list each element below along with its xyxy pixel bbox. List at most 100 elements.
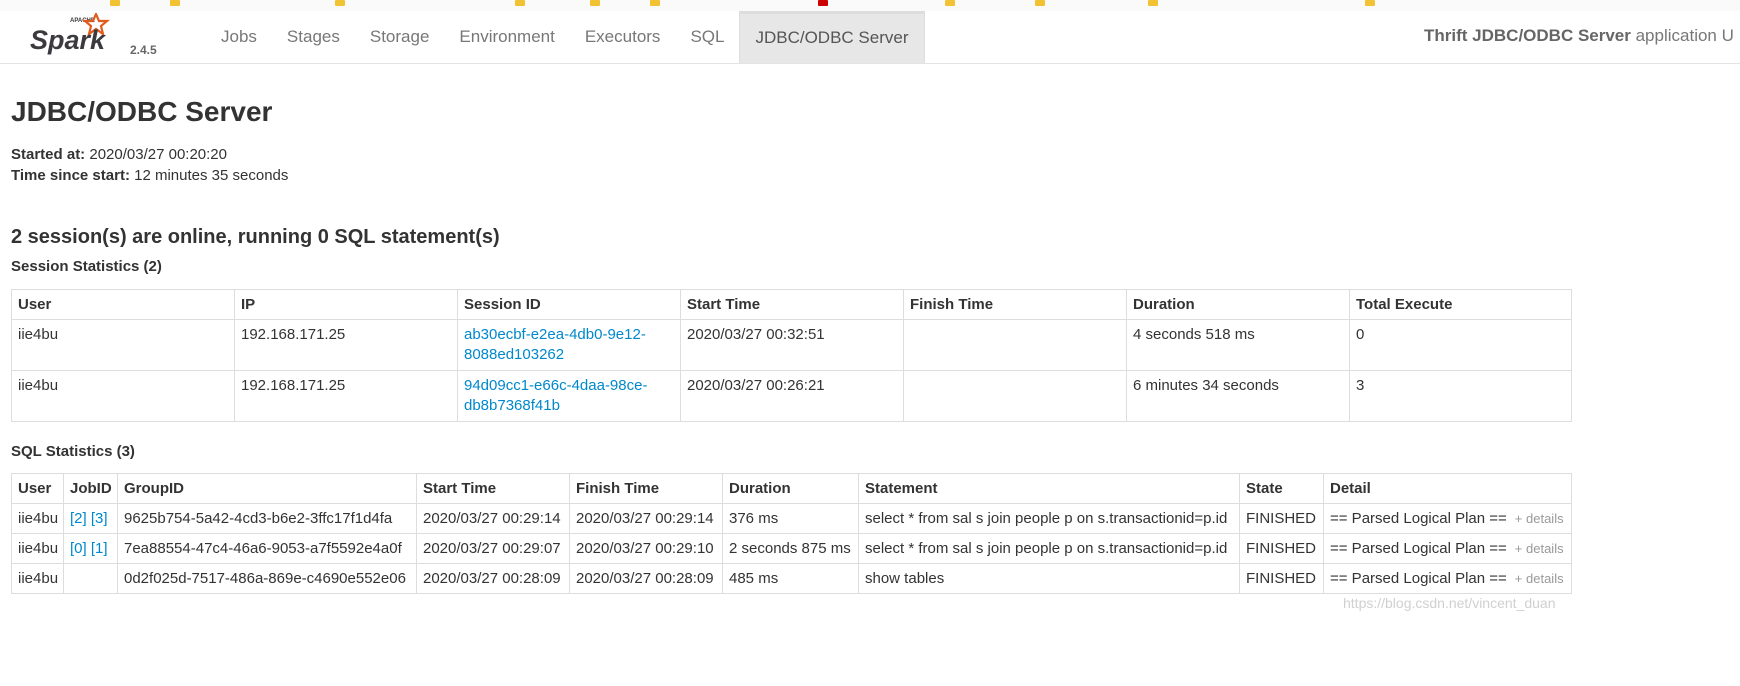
cell-statement: select * from sal s join people p on s.t…: [858, 533, 1240, 564]
session-id-part-1: 94d09cc1-e66c-4daa-98ce-: [464, 377, 648, 394]
cell-statement: show tables: [858, 563, 1240, 594]
cell-state: FINISHED: [1239, 563, 1324, 594]
top-navbar: APACHE Spark 2.4.5 Jobs Stages Storage E…: [0, 11, 1740, 64]
column-header-finish-time[interactable]: Finish Time: [569, 473, 723, 504]
expand-details-link[interactable]: + details: [1515, 511, 1564, 526]
column-header-statement[interactable]: Statement: [858, 473, 1240, 504]
column-header-ip[interactable]: IP: [234, 289, 458, 320]
session-id-part-2: 8088ed103262: [464, 346, 565, 363]
table-row: iie4bu 192.168.171.25 ab30ecbf-e2ea-4db0…: [11, 319, 1572, 371]
spark-logo-icon: APACHE Spark: [30, 13, 111, 55]
cell-start-time: 2020/03/27 00:32:51: [680, 319, 904, 371]
cell-user: iie4bu: [11, 503, 64, 534]
tab-storage[interactable]: Storage: [355, 11, 445, 63]
started-at-label: Started at:: [11, 146, 86, 163]
cell-user: iie4bu: [11, 370, 235, 422]
cell-job-id: [2] [3]: [63, 503, 118, 534]
expand-details-link[interactable]: + details: [1515, 541, 1564, 556]
detail-text: == Parsed Logical Plan ==: [1330, 540, 1507, 557]
session-statistics-table: User IP Session ID Start Time Finish Tim…: [11, 289, 1572, 422]
cell-finish-time: [903, 319, 1127, 371]
application-name: Thrift JDBC/ODBC Server application U: [1424, 11, 1734, 63]
tab-jobs[interactable]: Jobs: [206, 11, 272, 63]
cell-duration: 4 seconds 518 ms: [1126, 319, 1350, 371]
sessions-summary: 2 session(s) are online, running 0 SQL s…: [11, 226, 500, 248]
cell-detail: == Parsed Logical Plan == + details: [1323, 533, 1572, 564]
cell-ip: 192.168.171.25: [234, 370, 458, 422]
cell-finish-time: 2020/03/27 00:28:09: [569, 563, 723, 594]
column-header-detail[interactable]: Detail: [1323, 473, 1572, 504]
job-link[interactable]: [1]: [91, 540, 108, 557]
app-name-rest: application U: [1630, 26, 1734, 45]
cell-total-execute: 0: [1349, 319, 1572, 371]
column-header-start-time[interactable]: Start Time: [680, 289, 904, 320]
server-info: Started at: 2020/03/27 00:20:20 Time sin…: [11, 144, 288, 186]
cell-total-execute: 3: [1349, 370, 1572, 422]
cell-user: iie4bu: [11, 319, 235, 371]
column-header-job-id[interactable]: JobID: [63, 473, 118, 504]
tab-stages[interactable]: Stages: [272, 11, 355, 63]
watermark: https://blog.csdn.net/vincent_duan: [1343, 595, 1556, 611]
cell-session-id: ab30ecbf-e2ea-4db0-9e12- 8088ed103262: [457, 319, 681, 371]
time-since-label: Time since start:: [11, 167, 130, 184]
cell-job-id: [0] [1]: [63, 533, 118, 564]
job-link[interactable]: [3]: [91, 510, 108, 527]
app-name-bold: Thrift JDBC/ODBC Server: [1424, 26, 1631, 45]
cell-ip: 192.168.171.25: [234, 319, 458, 371]
cell-user: iie4bu: [11, 533, 64, 564]
session-statistics-heading[interactable]: Session Statistics (2): [11, 258, 162, 275]
session-id-link[interactable]: ab30ecbf-e2ea-4db0-9e12- 8088ed103262: [464, 326, 646, 363]
table-row: iie4bu 192.168.171.25 94d09cc1-e66c-4daa…: [11, 370, 1572, 422]
cell-detail: == Parsed Logical Plan == + details: [1323, 503, 1572, 534]
column-header-duration[interactable]: Duration: [1126, 289, 1350, 320]
job-link[interactable]: [2]: [70, 510, 87, 527]
detail-text: == Parsed Logical Plan ==: [1330, 510, 1507, 527]
cell-state: FINISHED: [1239, 533, 1324, 564]
table-row: iie4bu [2] [3] 9625b754-5a42-4cd3-b6e2-3…: [11, 503, 1572, 534]
cell-start-time: 2020/03/27 00:26:21: [680, 370, 904, 422]
column-header-start-time[interactable]: Start Time: [416, 473, 570, 504]
tab-jdbc-odbc-server[interactable]: JDBC/ODBC Server: [739, 11, 925, 63]
cell-duration: 2 seconds 875 ms: [722, 533, 859, 564]
cell-statement: select * from sal s join people p on s.t…: [858, 503, 1240, 534]
column-header-user[interactable]: User: [11, 473, 64, 504]
cell-duration: 485 ms: [722, 563, 859, 594]
tab-executors[interactable]: Executors: [570, 11, 676, 63]
cell-group-id: 0d2f025d-7517-486a-869e-c4690e552e06: [117, 563, 417, 594]
spark-version: 2.4.5: [130, 43, 157, 57]
cell-start-time: 2020/03/27 00:29:14: [416, 503, 570, 534]
session-id-link[interactable]: 94d09cc1-e66c-4daa-98ce-db8b7368f41b: [464, 377, 647, 414]
column-header-user[interactable]: User: [11, 289, 235, 320]
nav-tabs: Jobs Stages Storage Environment Executor…: [206, 11, 925, 63]
job-link[interactable]: [0]: [70, 540, 87, 557]
column-header-finish-time[interactable]: Finish Time: [903, 289, 1127, 320]
cell-state: FINISHED: [1239, 503, 1324, 534]
column-header-group-id[interactable]: GroupID: [117, 473, 417, 504]
cell-group-id: 7ea88554-47c4-46a6-9053-a7f5592e4a0f: [117, 533, 417, 564]
table-header-row: User JobID GroupID Start Time Finish Tim…: [11, 473, 1572, 504]
cell-session-id: 94d09cc1-e66c-4daa-98ce-db8b7368f41b: [457, 370, 681, 422]
session-id-part-2: db8b7368f41b: [464, 397, 560, 414]
column-header-session-id[interactable]: Session ID: [457, 289, 681, 320]
cell-finish-time: [903, 370, 1127, 422]
expand-details-link[interactable]: + details: [1515, 571, 1564, 586]
tab-sql[interactable]: SQL: [675, 11, 739, 63]
column-header-total-execute[interactable]: Total Execute: [1349, 289, 1572, 320]
page-title: JDBC/ODBC Server: [11, 96, 273, 127]
cell-start-time: 2020/03/27 00:29:07: [416, 533, 570, 564]
logo-spark-text: Spark: [30, 25, 107, 55]
time-since-line: Time since start: 12 minutes 35 seconds: [11, 165, 288, 186]
started-at-value: 2020/03/27 00:20:20: [85, 146, 227, 163]
sql-statistics-heading[interactable]: SQL Statistics (3): [11, 443, 135, 460]
started-at-line: Started at: 2020/03/27 00:20:20: [11, 144, 288, 165]
column-header-duration[interactable]: Duration: [722, 473, 859, 504]
cell-finish-time: 2020/03/27 00:29:10: [569, 533, 723, 564]
tab-environment[interactable]: Environment: [444, 11, 569, 63]
session-id-part-1: ab30ecbf-e2ea-4db0-9e12-: [464, 326, 646, 343]
cell-start-time: 2020/03/27 00:28:09: [416, 563, 570, 594]
table-header-row: User IP Session ID Start Time Finish Tim…: [11, 289, 1572, 320]
column-header-state[interactable]: State: [1239, 473, 1324, 504]
detail-text: == Parsed Logical Plan ==: [1330, 570, 1507, 587]
cell-job-id: [63, 563, 118, 594]
cell-detail: == Parsed Logical Plan == + details: [1323, 563, 1572, 594]
